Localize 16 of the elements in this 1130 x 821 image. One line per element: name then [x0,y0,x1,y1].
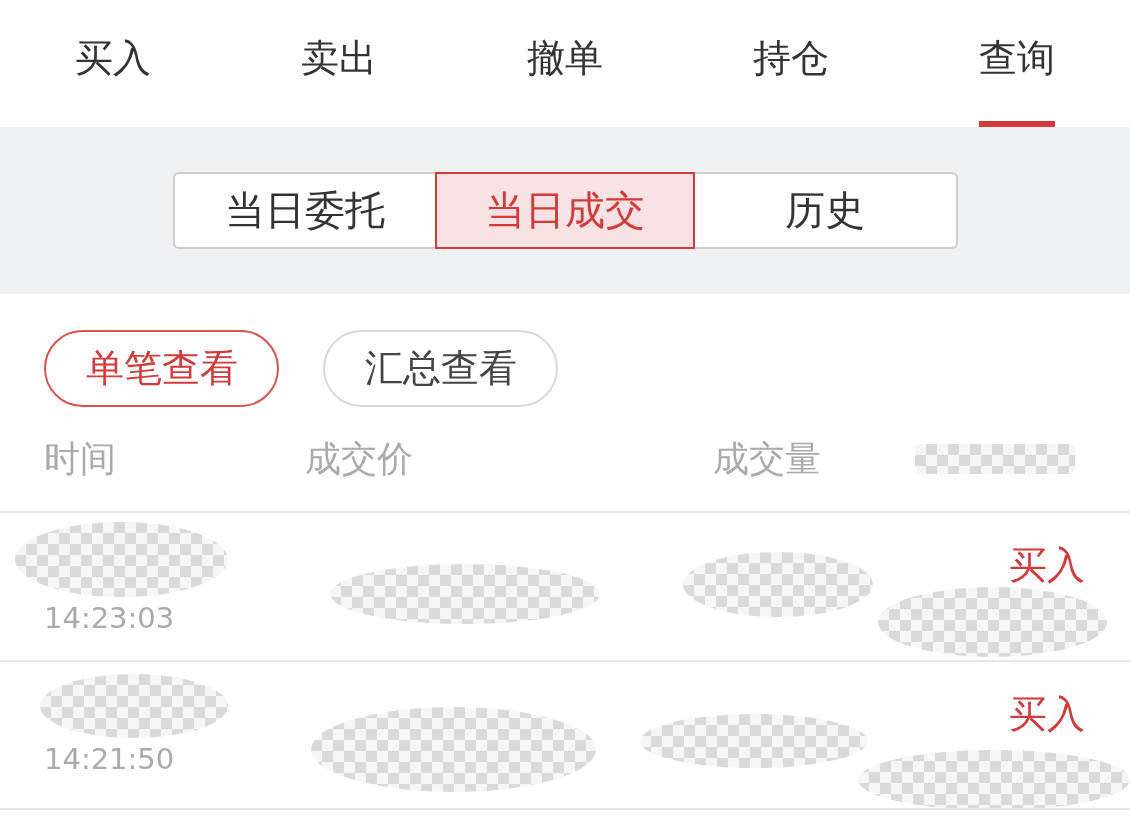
tab[interactable]: 卖出 [301,0,377,127]
tab[interactable]: 买入 [75,0,151,127]
segment-tab[interactable]: 历史 [695,172,956,249]
column-header: 时间 [44,436,117,481]
column-header: 成交量 [713,436,822,481]
trade-side: 买入 [1009,543,1085,587]
trade-time: 14:23:03 [44,600,175,636]
trade-time: 14:21:50 [44,741,175,777]
tab[interactable]: 撤单 [527,0,603,127]
column-header: 成交价 [305,436,414,481]
tab[interactable]: 持仓 [753,0,829,127]
view-toggle-button[interactable]: 汇总查看 [323,330,558,407]
segment-tab[interactable]: 当日成交 [434,172,696,249]
view-toggle-button[interactable]: 单笔查看 [44,330,279,407]
trade-side: 买入 [1009,692,1085,736]
segment-tab[interactable]: 当日委托 [174,172,435,249]
